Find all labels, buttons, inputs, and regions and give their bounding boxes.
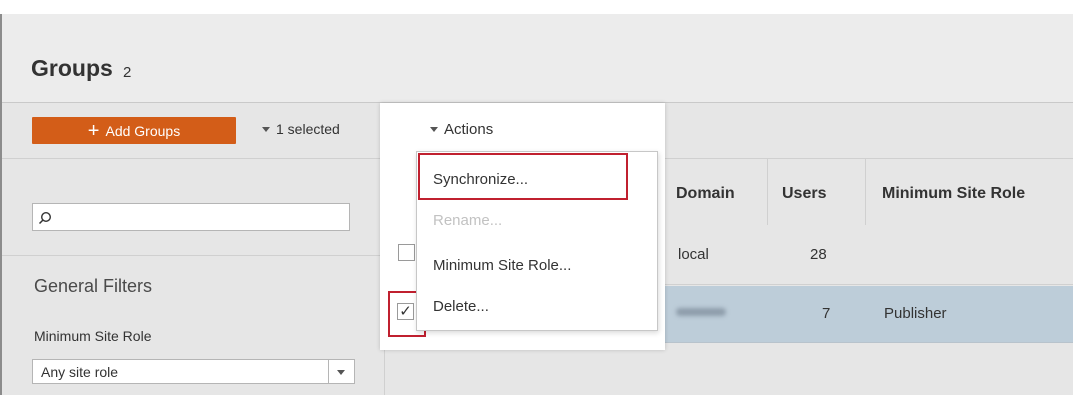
page-title: Groups bbox=[31, 55, 113, 81]
site-role-select-value: Any site role bbox=[41, 364, 119, 380]
chevron-down-icon bbox=[430, 127, 438, 132]
actions-label: Actions bbox=[444, 121, 494, 138]
synchronize-highlight-outline bbox=[418, 153, 628, 200]
filter-divider bbox=[2, 255, 384, 256]
row-domain-cell: local bbox=[678, 246, 709, 263]
menu-item-minimum-site-role[interactable]: Minimum Site Role... bbox=[433, 257, 571, 274]
column-separator bbox=[767, 159, 768, 225]
menu-item-delete[interactable]: Delete... bbox=[433, 298, 489, 315]
row-checkbox[interactable] bbox=[398, 244, 415, 261]
add-groups-button[interactable]: + Add Groups bbox=[32, 117, 236, 144]
window-left-border bbox=[0, 14, 2, 395]
selection-count-label: 1 selected bbox=[276, 121, 340, 137]
search-icon bbox=[38, 211, 52, 225]
column-header-domain[interactable]: Domain bbox=[676, 185, 735, 203]
table-empty-area bbox=[385, 343, 1073, 395]
page-header bbox=[2, 14, 1073, 102]
column-header-minimum-site-role[interactable]: Minimum Site Role bbox=[882, 185, 1025, 203]
menu-item-rename: Rename... bbox=[433, 212, 503, 229]
search-input[interactable] bbox=[32, 203, 350, 231]
actions-dropdown-button[interactable]: Actions bbox=[430, 121, 493, 138]
row-users-cell: 28 bbox=[810, 246, 827, 263]
column-header-users[interactable]: Users bbox=[782, 185, 826, 203]
group-count-badge: 2 bbox=[123, 64, 132, 81]
chevron-down-icon[interactable] bbox=[337, 370, 345, 375]
chevron-down-icon bbox=[262, 126, 270, 132]
selection-dropdown[interactable]: 1 selected bbox=[262, 121, 340, 137]
top-margin bbox=[0, 0, 1073, 14]
select-separator bbox=[328, 360, 329, 383]
plus-icon: + bbox=[87, 119, 100, 142]
row-users-cell: 7 bbox=[822, 305, 831, 322]
row-domain-cell-redacted bbox=[676, 308, 726, 316]
minimum-site-role-label: Minimum Site Role bbox=[34, 328, 152, 344]
general-filters-heading: General Filters bbox=[34, 276, 153, 296]
row-minimum-site-role-cell: Publisher bbox=[884, 305, 947, 322]
add-groups-label: Add Groups bbox=[105, 122, 181, 139]
column-separator bbox=[865, 159, 866, 225]
